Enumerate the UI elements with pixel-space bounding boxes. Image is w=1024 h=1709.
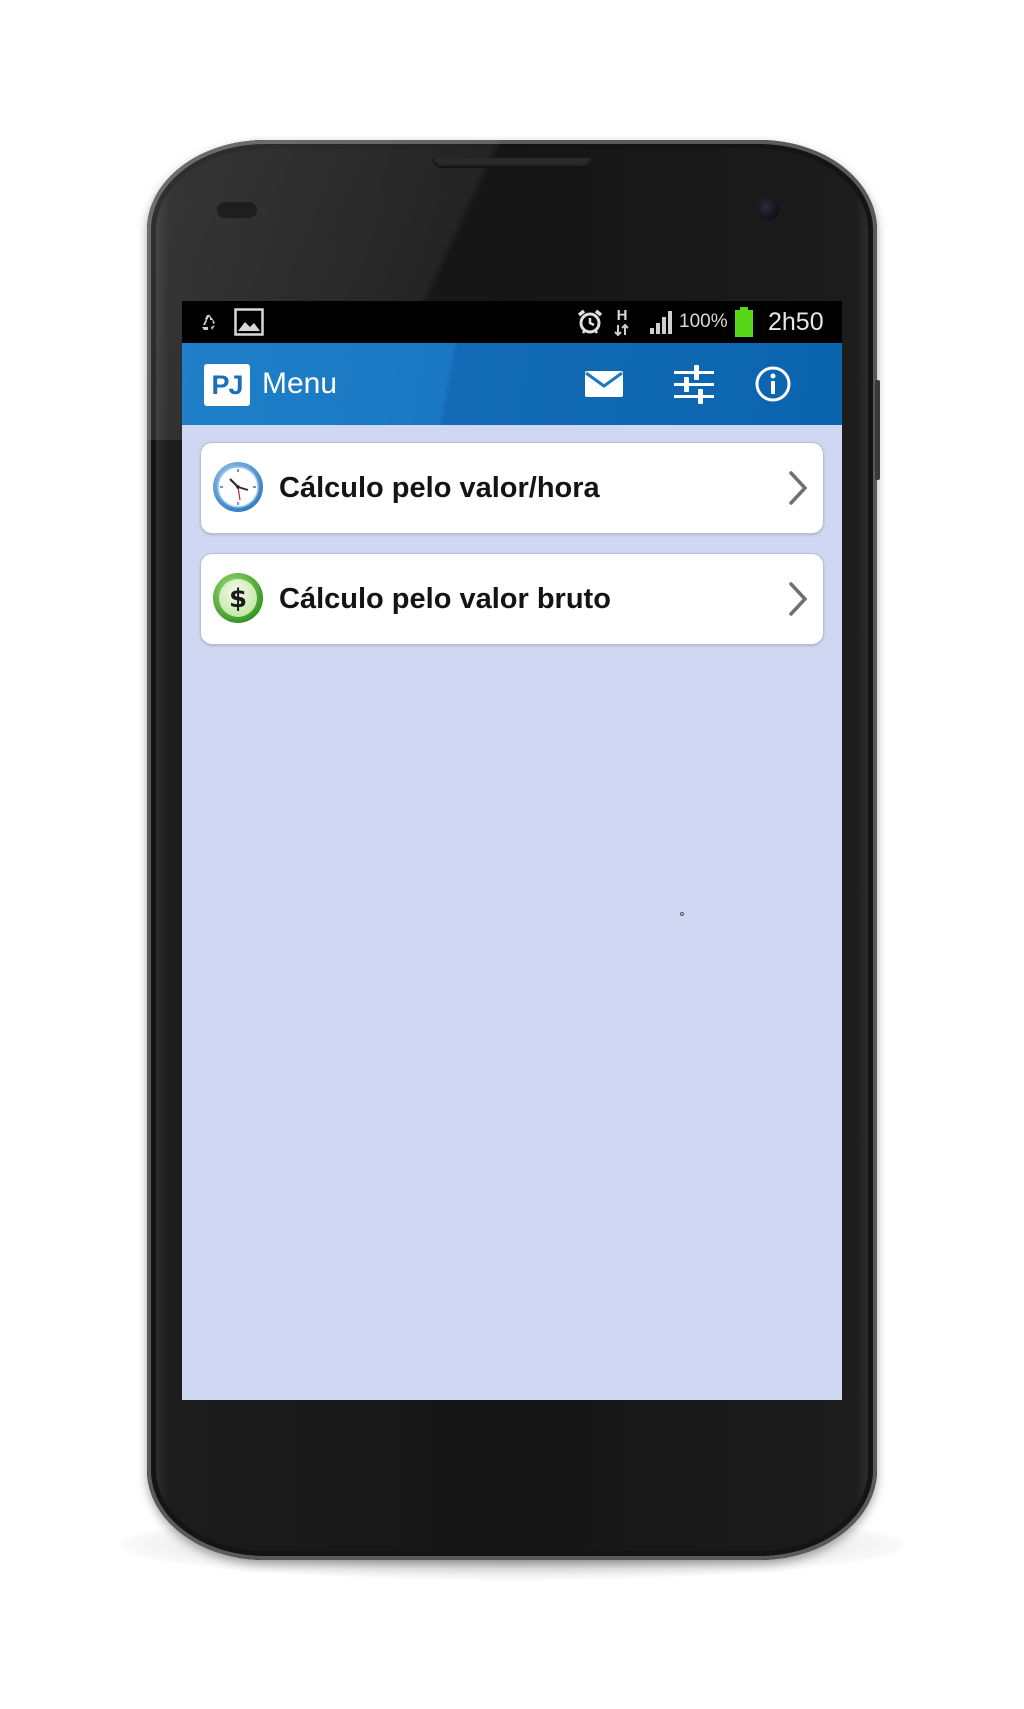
- touch-marker: [680, 912, 684, 916]
- stage: H 100% 2h50 PJ Menu Cálculo pelo valor/h…: [0, 0, 1024, 1709]
- battery-percent: 100%: [679, 311, 728, 332]
- signal-icon: [648, 301, 676, 343]
- app-logo[interactable]: PJ: [204, 364, 250, 406]
- menu-item-label: Cálculo pelo valor bruto: [279, 582, 611, 615]
- status-bar: H 100% 2h50: [182, 301, 842, 343]
- status-time: 2h50: [768, 307, 824, 336]
- network-h-icon: H: [614, 301, 630, 343]
- clock-icon: [211, 460, 265, 514]
- svg-text:$: $: [229, 584, 247, 614]
- app-bar: PJ Menu: [182, 343, 842, 425]
- mail-icon[interactable]: [579, 360, 629, 408]
- phone-screen: H 100% 2h50 PJ Menu Cálculo pelo valor/h…: [182, 301, 842, 1400]
- info-icon[interactable]: [748, 360, 798, 408]
- menu-item-valor-bruto[interactable]: $ Cálculo pelo valor bruto: [200, 553, 824, 645]
- proximity-sensor: [217, 202, 257, 218]
- menu-item-label: Cálculo pelo valor/hora: [279, 471, 600, 504]
- image-icon: [234, 301, 264, 343]
- earpiece-speaker: [432, 158, 592, 168]
- recycle-icon: [198, 301, 220, 343]
- chevron-right-icon: [785, 468, 811, 508]
- dollar-icon: $: [211, 571, 265, 625]
- app-title: Menu: [262, 367, 338, 400]
- alarm-icon: [576, 301, 604, 343]
- network-type-label: H: [616, 306, 628, 324]
- menu-item-valor-hora[interactable]: Cálculo pelo valor/hora: [200, 442, 824, 534]
- sliders-icon[interactable]: [669, 360, 719, 408]
- front-camera: [757, 198, 779, 220]
- chevron-right-icon: [785, 579, 811, 619]
- battery-icon: [734, 301, 754, 343]
- power-button: [875, 380, 880, 480]
